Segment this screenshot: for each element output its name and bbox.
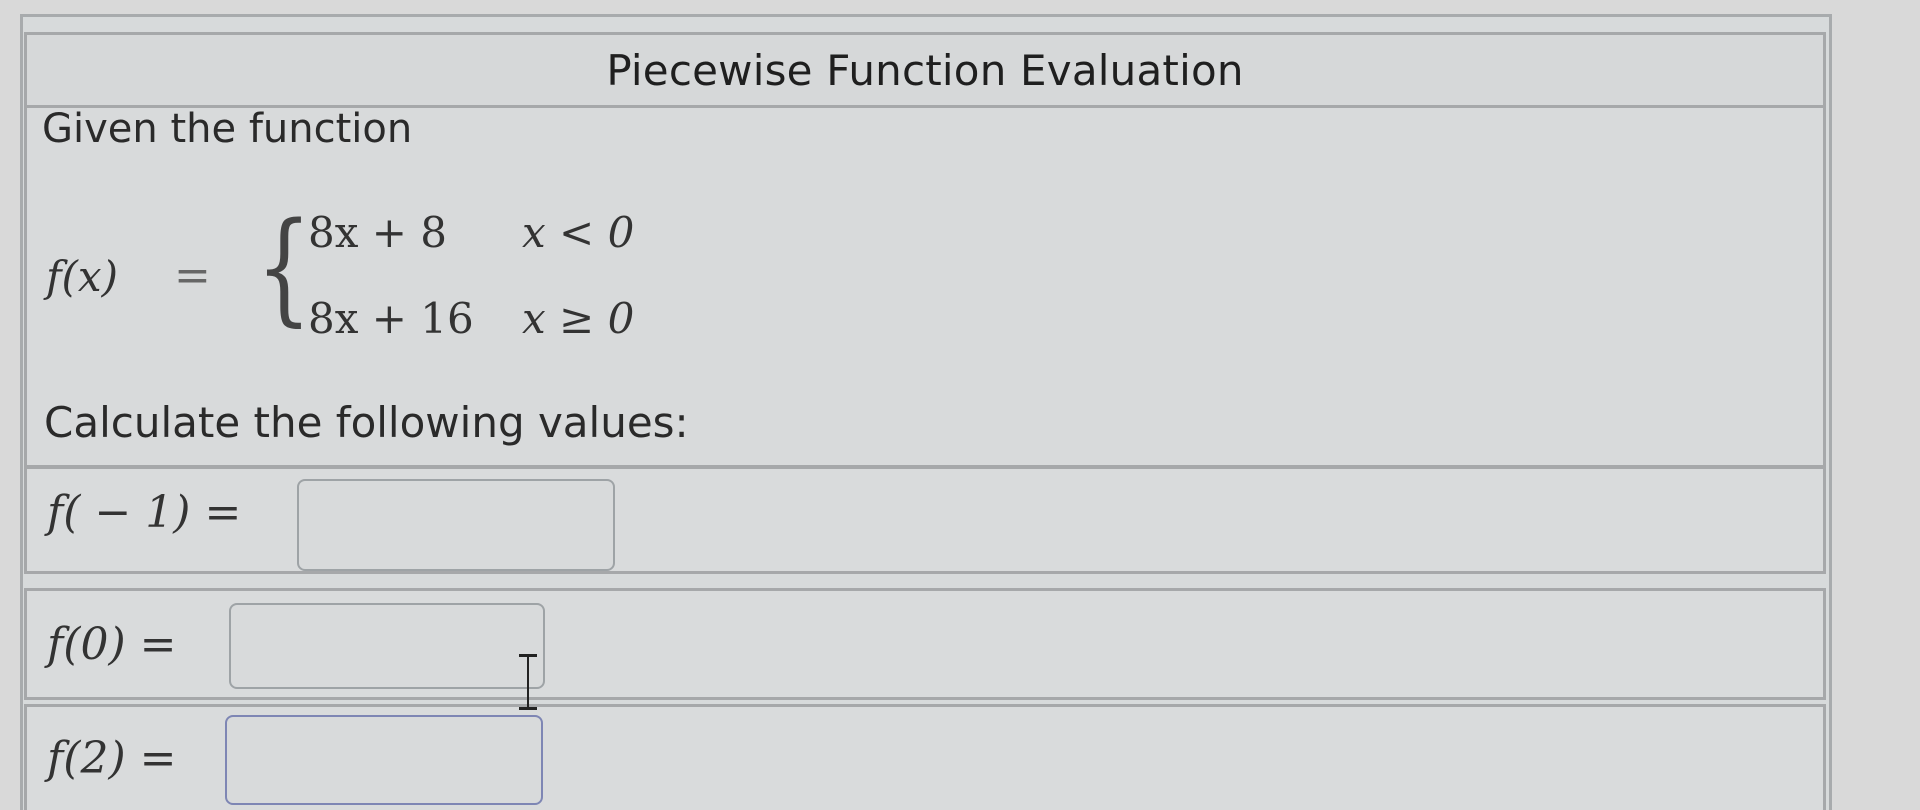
answer-row-f-0: f(0) = [24, 588, 1826, 700]
text-cursor-icon [518, 654, 538, 710]
case-expression-1: 8x + 8 [308, 208, 448, 257]
function-name: f(x) [46, 252, 119, 301]
case-condition-1: x < 0 [522, 208, 635, 257]
answer-input-f-0[interactable] [229, 603, 545, 689]
answer-row-f-neg1: f( − 1) = [24, 466, 1826, 574]
answer-label-f-0: f(0) = [47, 619, 177, 670]
title-bar: Piecewise Function Evaluation [24, 32, 1826, 108]
page-title: Piecewise Function Evaluation [606, 45, 1244, 95]
answer-input-f-2[interactable] [225, 715, 543, 805]
answer-label-f-neg1: f( − 1) = [47, 487, 242, 538]
equals-sign: = [174, 250, 211, 301]
case-expression-2: 8x + 16 [308, 294, 474, 343]
answer-row-f-2: f(2) = [24, 704, 1826, 810]
calculate-prompt: Calculate the following values: [44, 398, 689, 447]
piecewise-brace: { [256, 196, 312, 338]
case-condition-2: x ≥ 0 [522, 294, 635, 343]
intro-text: Given the function [42, 106, 413, 152]
answer-label-f-2: f(2) = [47, 733, 177, 784]
answer-input-f-neg1[interactable] [297, 479, 615, 571]
piecewise-function: f(x) = { 8x + 8 x < 0 8x + 16 x ≥ 0 [46, 196, 746, 348]
